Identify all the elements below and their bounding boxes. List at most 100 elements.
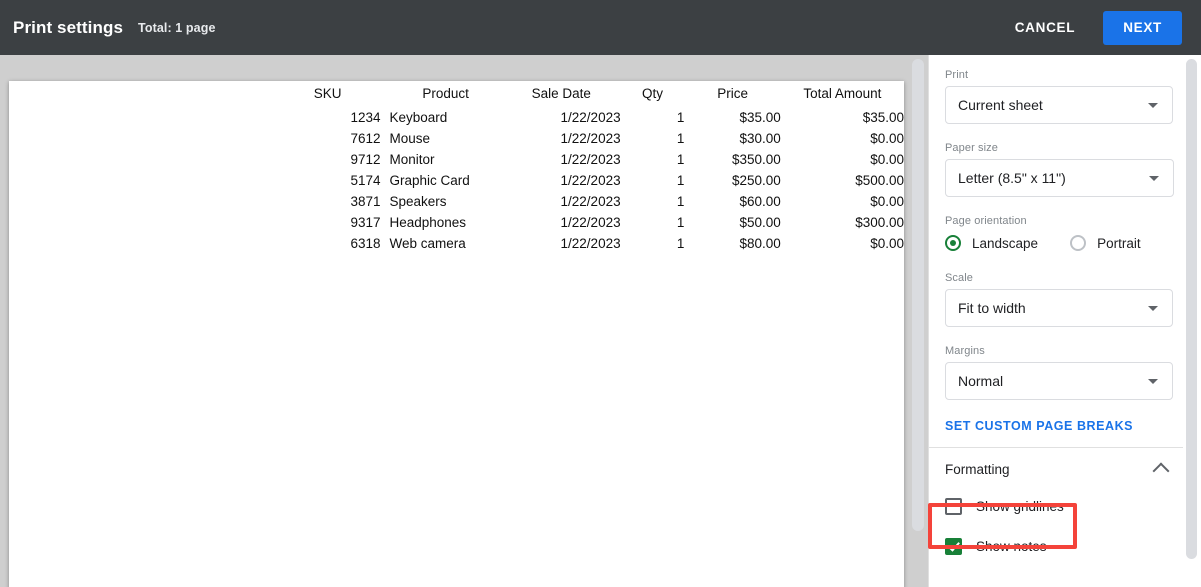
- cell-date: 1/22/2023: [502, 170, 621, 191]
- paper-size-select[interactable]: Letter (8.5" x 11"): [945, 159, 1174, 197]
- header-qty: Qty: [621, 81, 685, 107]
- header-total-amount: Total Amount: [781, 81, 904, 107]
- cell-total: $0.00: [781, 149, 904, 170]
- print-label: Print: [945, 69, 1185, 81]
- cell-product: Mouse: [386, 128, 501, 149]
- table-header-row: SKU Product Sale Date Qty Price Total Am…: [9, 81, 904, 107]
- cell-price: $80.00: [684, 233, 780, 254]
- cell-total: $500.00: [781, 170, 904, 191]
- radio-landscape-icon[interactable]: [945, 235, 961, 251]
- cell-price: $35.00: [684, 107, 780, 128]
- page-orientation-group: Landscape Portrait: [945, 232, 1185, 254]
- cell-sku: 7612: [305, 128, 387, 149]
- cell-product: Headphones: [386, 212, 501, 233]
- table-row: 9712 Monitor 1/22/2023 1 $350.00 $0.00: [9, 149, 904, 170]
- radio-portrait-label[interactable]: Portrait: [1097, 236, 1141, 251]
- cell-sku: 5174: [305, 170, 387, 191]
- cancel-button[interactable]: CANCEL: [1005, 12, 1085, 43]
- chevron-down-icon: [1148, 103, 1158, 108]
- preview-scrollbar[interactable]: [908, 55, 928, 587]
- cell-date: 1/22/2023: [502, 212, 621, 233]
- dialog-header: Print settings Total: 1 page CANCEL NEXT: [0, 0, 1201, 55]
- page-count-label: Total: 1 page: [138, 21, 215, 35]
- show-gridlines-label[interactable]: Show gridlines: [976, 499, 1064, 514]
- spacer-cell: [9, 170, 305, 191]
- print-select[interactable]: Current sheet: [945, 86, 1173, 124]
- chevron-up-icon[interactable]: [1153, 463, 1170, 480]
- radio-portrait-icon[interactable]: [1070, 235, 1086, 251]
- spacer-cell: [9, 191, 305, 212]
- spacer-cell: [9, 107, 305, 128]
- paper-size-label: Paper size: [945, 142, 1185, 154]
- cell-price: $350.00: [684, 149, 780, 170]
- cell-price: $60.00: [684, 191, 780, 212]
- cell-total: $0.00: [781, 233, 904, 254]
- show-gridlines-checkbox[interactable]: [945, 498, 962, 515]
- formatting-section-header[interactable]: Formatting: [945, 454, 1173, 484]
- cell-product: Graphic Card: [386, 170, 501, 191]
- settings-list: Print Current sheet Paper size Letter (8…: [929, 55, 1185, 587]
- cell-date: 1/22/2023: [502, 128, 621, 149]
- cell-product: Speakers: [386, 191, 501, 212]
- show-gridlines-row[interactable]: Show gridlines: [945, 488, 1185, 524]
- header-sku: SKU: [305, 81, 387, 107]
- table-row: 3871 Speakers 1/22/2023 1 $60.00 $0.00: [9, 191, 904, 212]
- cell-product: Keyboard: [386, 107, 501, 128]
- cell-sku: 9712: [305, 149, 387, 170]
- cell-date: 1/22/2023: [502, 149, 621, 170]
- spacer-cell: [9, 81, 305, 107]
- show-notes-label[interactable]: Show notes: [976, 539, 1047, 554]
- table-row: 1234 Keyboard 1/22/2023 1 $35.00 $35.00: [9, 107, 904, 128]
- chevron-down-icon: [1149, 176, 1159, 181]
- cell-qty: 1: [621, 149, 685, 170]
- spacer-cell: [9, 233, 305, 254]
- margins-select[interactable]: Normal: [945, 362, 1173, 400]
- margins-select-value: Normal: [946, 373, 1148, 389]
- spacer-cell: [9, 128, 305, 149]
- cell-product: Monitor: [386, 149, 501, 170]
- cell-qty: 1: [621, 170, 685, 191]
- cell-sku: 6318: [305, 233, 387, 254]
- scale-label: Scale: [945, 272, 1185, 284]
- show-notes-checkbox[interactable]: [945, 538, 962, 555]
- cell-qty: 1: [621, 212, 685, 233]
- set-custom-page-breaks-link[interactable]: SET CUSTOM PAGE BREAKS: [945, 419, 1185, 433]
- spacer-cell: [9, 149, 305, 170]
- spreadsheet-table: SKU Product Sale Date Qty Price Total Am…: [9, 81, 904, 254]
- settings-sidebar: Print Current sheet Paper size Letter (8…: [928, 55, 1201, 587]
- cell-date: 1/22/2023: [502, 233, 621, 254]
- table-row: 7612 Mouse 1/22/2023 1 $30.00 $0.00: [9, 128, 904, 149]
- page-preview: SKU Product Sale Date Qty Price Total Am…: [9, 81, 904, 587]
- scale-select[interactable]: Fit to width: [945, 289, 1173, 327]
- cell-total: $0.00: [781, 191, 904, 212]
- cell-qty: 1: [621, 107, 685, 128]
- table-row: 5174 Graphic Card 1/22/2023 1 $250.00 $5…: [9, 170, 904, 191]
- spacer-cell: [9, 212, 305, 233]
- cell-price: $30.00: [684, 128, 780, 149]
- page-title: Print settings: [13, 18, 123, 38]
- sidebar-scrollbar[interactable]: [1183, 55, 1200, 587]
- cell-product: Web camera: [386, 233, 501, 254]
- cell-sku: 9317: [305, 212, 387, 233]
- table-row: 9317 Headphones 1/22/2023 1 $50.00 $300.…: [9, 212, 904, 233]
- chevron-down-icon: [1148, 379, 1158, 384]
- header-sale-date: Sale Date: [502, 81, 621, 107]
- sidebar-scrollbar-thumb[interactable]: [1186, 59, 1197, 559]
- cell-date: 1/22/2023: [502, 191, 621, 212]
- preview-scrollbar-thumb[interactable]: [912, 59, 924, 531]
- cell-price: $50.00: [684, 212, 780, 233]
- cell-date: 1/22/2023: [502, 107, 621, 128]
- header-product: Product: [386, 81, 501, 107]
- cell-total: $35.00: [781, 107, 904, 128]
- print-select-value: Current sheet: [946, 97, 1148, 113]
- header-price: Price: [684, 81, 780, 107]
- cell-qty: 1: [621, 233, 685, 254]
- margins-label: Margins: [945, 345, 1185, 357]
- page-orientation-label: Page orientation: [945, 215, 1185, 227]
- show-notes-row[interactable]: Show notes: [945, 528, 1185, 564]
- table-row: 6318 Web camera 1/22/2023 1 $80.00 $0.00: [9, 233, 904, 254]
- paper-size-select-value: Letter (8.5" x 11"): [946, 170, 1149, 186]
- next-button[interactable]: NEXT: [1103, 11, 1182, 45]
- print-settings-dialog: Print settings Total: 1 page CANCEL NEXT…: [0, 0, 1201, 587]
- radio-landscape-label[interactable]: Landscape: [972, 236, 1038, 251]
